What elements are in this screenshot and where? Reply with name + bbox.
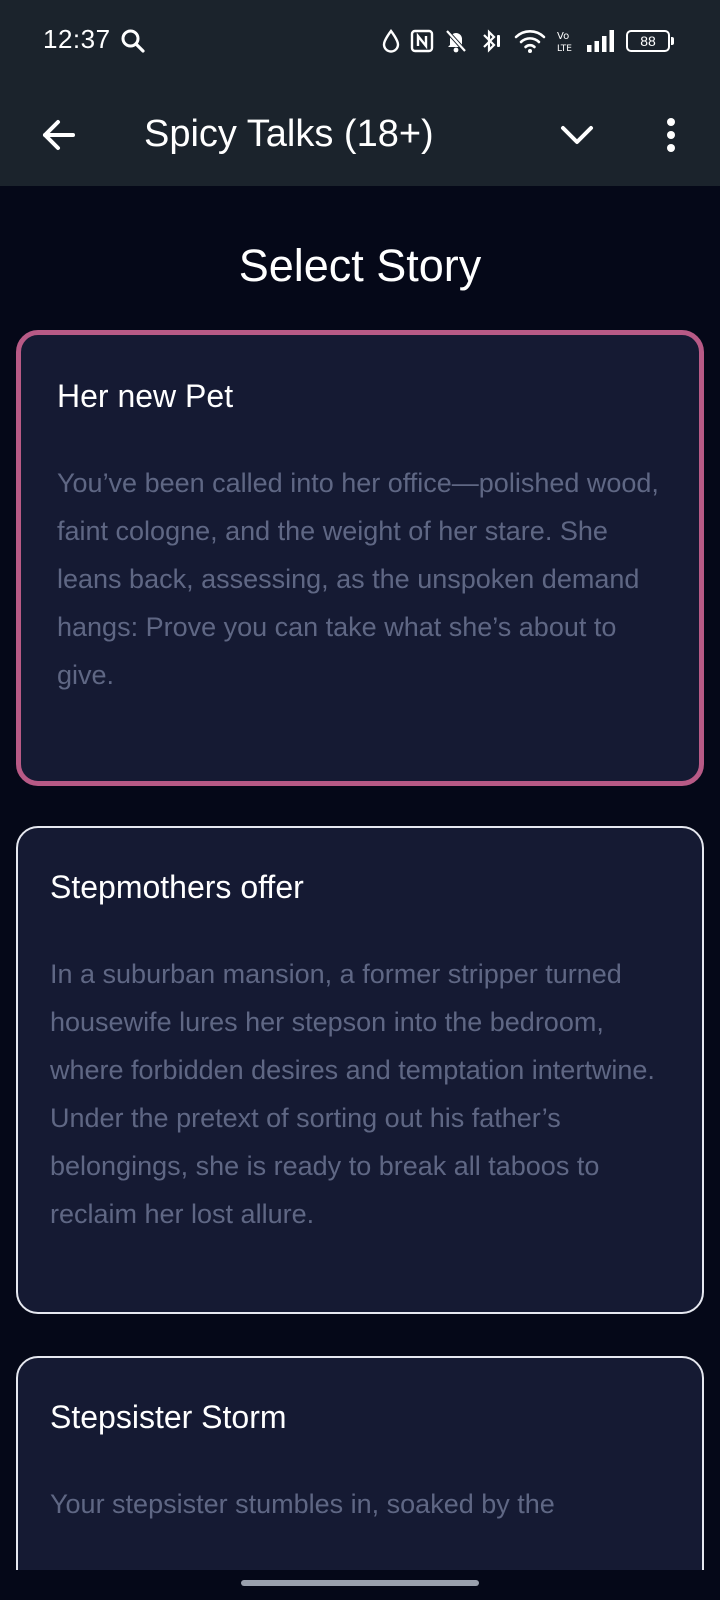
volte-icon: Vo LTE bbox=[557, 31, 572, 54]
search-icon bbox=[121, 29, 145, 53]
page-title: Select Story bbox=[238, 240, 482, 291]
app-bar: Spicy Talks (18+) bbox=[0, 84, 720, 186]
back-button[interactable] bbox=[32, 108, 86, 162]
story-card-stepmothers-offer[interactable]: Stepmothers offer In a suburban mansion,… bbox=[16, 826, 704, 1314]
story-card-her-new-pet[interactable]: Her new Pet You’ve been called into her … bbox=[16, 330, 704, 786]
nfc-icon bbox=[410, 29, 434, 53]
battery-icon: 88 bbox=[626, 30, 674, 52]
more-vert-icon bbox=[667, 118, 675, 152]
app-title: Spicy Talks (18+) bbox=[144, 113, 434, 155]
story-card-stepsister-storm[interactable]: Stepsister Storm Your stepsister stumble… bbox=[16, 1356, 704, 1570]
story-title: Stepmothers offer bbox=[50, 869, 304, 905]
status-time: 12:37 bbox=[43, 24, 111, 54]
mute-bell-icon bbox=[445, 29, 467, 53]
story-list-screen[interactable]: Select Story Her new Pet You’ve been cal… bbox=[0, 186, 720, 1570]
wifi-icon bbox=[514, 30, 546, 53]
home-indicator[interactable] bbox=[241, 1580, 479, 1586]
svg-text:LTE: LTE bbox=[557, 44, 572, 54]
story-description: You’ve been called into her office—polis… bbox=[57, 468, 659, 690]
story-title: Stepsister Storm bbox=[50, 1399, 287, 1435]
more-options-button[interactable] bbox=[644, 108, 698, 162]
story-description: In a suburban mansion, a former stripper… bbox=[50, 959, 655, 1229]
drop-icon bbox=[382, 29, 400, 53]
svg-text:Vo: Vo bbox=[557, 31, 569, 42]
status-bar: 12:37 Vo LTE 88 bbox=[0, 0, 720, 84]
navigation-bar bbox=[0, 1570, 720, 1600]
story-title: Her new Pet bbox=[57, 378, 234, 414]
chevron-down-icon bbox=[561, 126, 593, 144]
battery-level: 88 bbox=[640, 33, 656, 49]
back-arrow-icon bbox=[43, 120, 75, 150]
signal-icon bbox=[587, 30, 614, 52]
story-description: Your stepsister stumbles in, soaked by t… bbox=[50, 1489, 555, 1519]
dropdown-button[interactable] bbox=[550, 108, 604, 162]
bluetooth-vibrate-icon bbox=[483, 29, 500, 53]
status-icons: Vo LTE 88 bbox=[382, 26, 674, 56]
